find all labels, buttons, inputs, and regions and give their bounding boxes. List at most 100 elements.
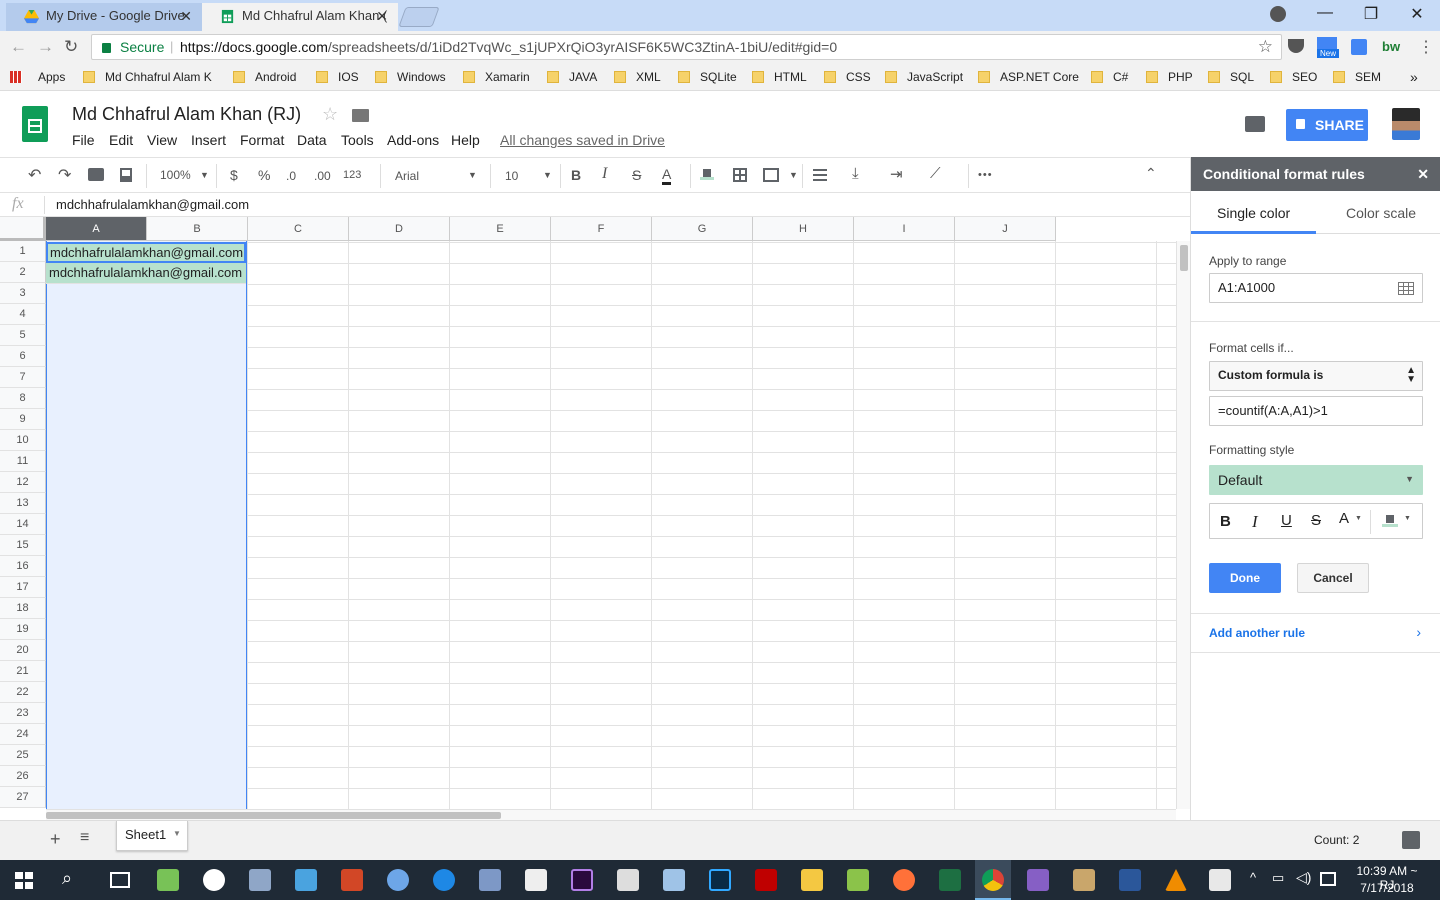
row-header[interactable]: 18 <box>0 598 46 619</box>
collapse-toolbar-icon[interactable]: ⌃ <box>1145 165 1157 182</box>
status-count[interactable]: Count: 2 <box>1314 833 1359 847</box>
premiere-icon[interactable] <box>571 869 593 891</box>
tab-color-scale[interactable]: Color scale <box>1316 191 1440 234</box>
row-header[interactable]: 24 <box>0 724 46 745</box>
select-all-corner[interactable] <box>0 217 46 241</box>
text-color-button[interactable]: A <box>662 167 672 185</box>
tray-chevron-icon[interactable]: ^ <box>1250 870 1256 885</box>
menu-edit[interactable]: Edit <box>109 132 133 148</box>
bookmark-item[interactable]: SQL <box>1208 70 1254 84</box>
cancel-button[interactable]: Cancel <box>1297 563 1369 593</box>
app-icon[interactable] <box>387 869 409 891</box>
visual-studio-icon[interactable] <box>1027 869 1049 891</box>
bookmark-item[interactable]: JavaScript <box>885 70 963 84</box>
comments-icon[interactable] <box>1245 116 1265 132</box>
row-header[interactable]: 20 <box>0 640 46 661</box>
sheet-tab-sheet1[interactable]: Sheet1 ▼ <box>116 821 188 851</box>
bookmark-apps[interactable]: Apps <box>16 70 65 84</box>
bookmark-item[interactable]: JAVA <box>547 70 597 84</box>
text-wrap-icon[interactable]: ⇥ <box>890 165 903 183</box>
close-tab-icon[interactable]: ✕ <box>180 3 192 29</box>
more-tools-icon[interactable]: ••• <box>978 169 993 181</box>
add-sheet-icon[interactable]: + <box>50 829 61 850</box>
strikethrough-button[interactable]: S <box>1311 512 1321 529</box>
close-panel-icon[interactable]: ✕ <box>1417 166 1429 183</box>
filezilla-icon[interactable] <box>755 869 777 891</box>
reload-icon[interactable]: ↻ <box>64 37 78 57</box>
app-icon[interactable] <box>1073 869 1095 891</box>
row-header[interactable]: 8 <box>0 388 46 409</box>
formatting-style-select[interactable]: Default ▼ <box>1209 465 1423 495</box>
photos-icon[interactable] <box>1209 869 1231 891</box>
forward-icon[interactable]: → <box>37 37 54 57</box>
excel-icon[interactable] <box>939 869 961 891</box>
chrome-taskbar-button[interactable] <box>975 860 1011 900</box>
underline-button[interactable]: U <box>1281 512 1292 529</box>
row-header[interactable]: 1 <box>0 241 46 262</box>
bookmark-item[interactable]: XML <box>614 70 661 84</box>
cell-a1[interactable]: mdchhafrulalamkhan@gmail.com <box>46 242 246 263</box>
edge-icon[interactable] <box>433 869 455 891</box>
bookmark-item[interactable]: Windows <box>375 70 446 84</box>
merge-cells-icon[interactable] <box>763 168 779 182</box>
photoshop-icon[interactable] <box>709 869 731 891</box>
news-extension-icon[interactable]: New <box>1317 35 1339 59</box>
bookmark-item[interactable]: C# <box>1091 70 1128 84</box>
bookmark-item[interactable]: SEO <box>1270 70 1317 84</box>
column-header-b[interactable]: B <box>147 217 248 241</box>
sheets-logo-icon[interactable] <box>22 106 48 142</box>
menu-addons[interactable]: Add-ons <box>387 132 439 148</box>
print-icon[interactable] <box>88 168 104 181</box>
row-header[interactable]: 14 <box>0 514 46 535</box>
row-header[interactable]: 4 <box>0 304 46 325</box>
row-header[interactable]: 7 <box>0 367 46 388</box>
redo-icon[interactable]: ↷ <box>58 165 71 185</box>
chevron-down-icon[interactable]: ▼ <box>173 829 181 838</box>
column-header-h[interactable]: H <box>753 217 854 241</box>
borders-icon[interactable] <box>733 168 747 182</box>
done-button[interactable]: Done <box>1209 563 1281 593</box>
more-formats-button[interactable]: 123 <box>343 169 361 181</box>
bookmark-item[interactable]: HTML <box>752 70 807 84</box>
app-icon[interactable] <box>847 869 869 891</box>
row-header[interactable]: 19 <box>0 619 46 640</box>
search-icon[interactable]: ⌕ <box>62 868 72 889</box>
column-header-c[interactable]: C <box>248 217 349 241</box>
row-header[interactable]: 2 <box>0 262 46 283</box>
add-another-rule[interactable]: Add another rule › <box>1191 614 1440 652</box>
app-icon[interactable] <box>663 869 685 891</box>
bookmark-item[interactable]: IOS <box>316 70 359 84</box>
row-header[interactable]: 5 <box>0 325 46 346</box>
zoom-select[interactable]: 100% <box>160 168 191 182</box>
bookmark-item[interactable]: ASP.NET Core <box>978 70 1079 84</box>
strikethrough-button[interactable]: S <box>632 167 641 183</box>
row-header[interactable]: 9 <box>0 409 46 430</box>
row-header[interactable]: 23 <box>0 703 46 724</box>
powerpoint-icon[interactable] <box>341 869 363 891</box>
row-header[interactable]: 11 <box>0 451 46 472</box>
bookmark-item[interactable]: CSS <box>824 70 871 84</box>
bookmark-item[interactable]: SEM <box>1333 70 1381 84</box>
clock-date[interactable]: 7/17/2018 <box>1350 881 1424 895</box>
fill-color-icon[interactable] <box>700 168 714 180</box>
word-icon[interactable] <box>1119 869 1141 891</box>
bookmark-item[interactable]: SQLite <box>678 70 737 84</box>
column-header-d[interactable]: D <box>349 217 450 241</box>
row-header[interactable]: 26 <box>0 766 46 787</box>
tab-single-color[interactable]: Single color <box>1191 191 1316 234</box>
maximize-button[interactable]: ❐ <box>1351 4 1391 24</box>
vlc-icon[interactable] <box>1165 869 1187 891</box>
row-header[interactable]: 25 <box>0 745 46 766</box>
text-rotate-icon[interactable]: ⟋ <box>930 165 941 182</box>
omnibox[interactable]: Secure | https://docs.google.com/spreads… <box>91 34 1282 60</box>
bold-button[interactable]: B <box>1220 513 1231 530</box>
more-bookmarks-icon[interactable]: » <box>1410 69 1418 85</box>
increase-decimal-button[interactable]: .00 <box>314 169 331 183</box>
action-center-icon[interactable] <box>1320 872 1336 886</box>
horizontal-align-icon[interactable] <box>813 169 827 181</box>
calculator-icon[interactable] <box>617 869 639 891</box>
alarm-icon[interactable] <box>203 869 225 891</box>
tab-my-drive[interactable]: My Drive - Google Drive ✕ <box>6 3 202 31</box>
save-status[interactable]: All changes saved in Drive <box>500 132 665 148</box>
italic-button[interactable]: I <box>602 165 607 183</box>
